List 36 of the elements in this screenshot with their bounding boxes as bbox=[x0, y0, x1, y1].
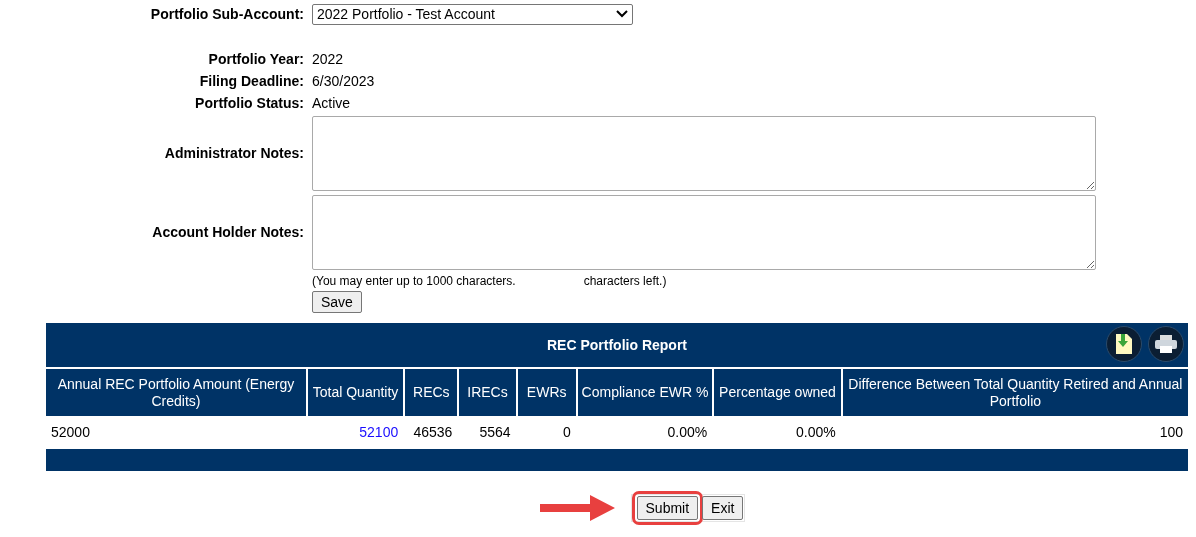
column-header: Difference Between Total Quantity Retired and Annual Portfolio bbox=[842, 369, 1188, 416]
notes-field[interactable] bbox=[312, 116, 1096, 191]
chevron-down-icon bbox=[616, 10, 628, 18]
table-cell-text: 52000 bbox=[50, 423, 91, 442]
table-cell-text: 0 bbox=[562, 423, 572, 442]
column-header: EWRs bbox=[517, 369, 576, 416]
print-icon[interactable] bbox=[1148, 326, 1184, 362]
hint-text: characters left.) bbox=[583, 273, 667, 290]
notes-field[interactable] bbox=[312, 195, 1096, 270]
field-value: 6/30/2023 bbox=[312, 71, 375, 91]
field-value: Active bbox=[312, 93, 351, 113]
field-label: Filing Deadline: bbox=[198, 71, 305, 91]
save-button[interactable]: Save bbox=[312, 291, 362, 313]
column-header: Annual REC Portfolio Amount (Energy Credits) bbox=[46, 369, 306, 416]
account-dropdown[interactable]: 2022 Portfolio - Test Account bbox=[312, 3, 633, 25]
field-label: Portfolio Status: bbox=[194, 93, 305, 113]
column-header: Percentage owned bbox=[714, 369, 841, 416]
table-cell-text: 46536 bbox=[412, 423, 454, 442]
column-header: Compliance EWR % bbox=[577, 369, 713, 416]
hint-text: (You may enter up to 1000 characters. bbox=[312, 273, 516, 290]
field-value: 2022 bbox=[312, 49, 344, 69]
download-icon[interactable] bbox=[1106, 326, 1142, 362]
field-label: Portfolio Sub-Account: bbox=[149, 4, 305, 24]
column-header: Total Quantity bbox=[307, 369, 404, 416]
column-header: RECs bbox=[405, 369, 458, 416]
table-cell-text: 100 bbox=[1158, 423, 1184, 442]
field-label: Administrator Notes: bbox=[163, 144, 305, 163]
field-label: Portfolio Year: bbox=[207, 49, 305, 69]
form-button[interactable]: Exit bbox=[702, 496, 744, 520]
report-title: REC Portfolio Report bbox=[547, 335, 687, 355]
column-header: IRECs bbox=[459, 369, 516, 416]
table-cell-text: 5564 bbox=[478, 423, 512, 442]
quantity-link[interactable]: 52100 bbox=[307, 418, 404, 447]
field-label: Account Holder Notes: bbox=[151, 223, 305, 242]
table-cell-text: 0.00% bbox=[666, 423, 709, 442]
table-cell-text: 0.00% bbox=[795, 423, 837, 442]
